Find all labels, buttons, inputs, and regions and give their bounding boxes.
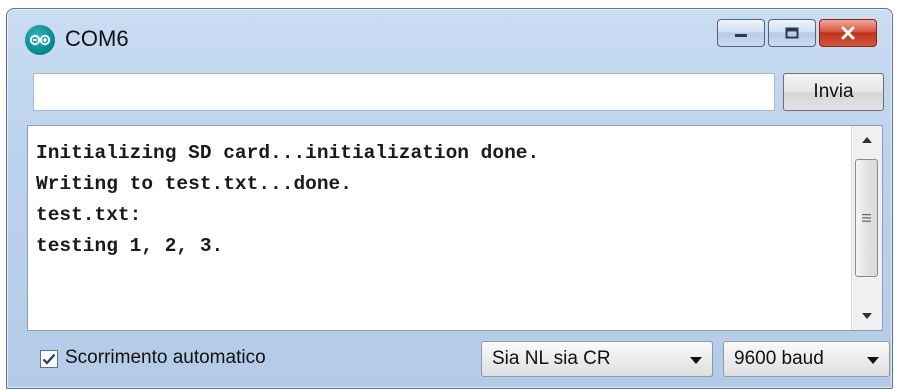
send-button[interactable]: Invia — [783, 73, 884, 111]
window-title: COM6 — [65, 26, 129, 51]
send-input[interactable] — [33, 73, 775, 111]
serial-monitor-window: COM6 Invia Initializing SD card...initia… — [6, 8, 893, 389]
arduino-infinity-icon — [25, 25, 55, 55]
baud-rate-value: 9600 baud — [734, 348, 824, 369]
scroll-thumb[interactable] — [855, 159, 878, 277]
output-line: Writing to test.txt...done. — [36, 173, 352, 195]
title-bar[interactable]: COM6 — [7, 9, 892, 61]
chevron-down-icon — [867, 357, 879, 364]
output-line: test.txt: — [36, 204, 142, 226]
scroll-up-button[interactable] — [852, 126, 882, 154]
minimize-button[interactable] — [717, 19, 765, 47]
checkmark-icon — [42, 353, 56, 365]
serial-output[interactable]: Initializing SD card...initialization do… — [27, 125, 883, 331]
baud-rate-select[interactable]: 9600 baud — [723, 341, 890, 377]
output-line: Initializing SD card...initialization do… — [36, 142, 540, 164]
close-icon — [841, 26, 855, 40]
arrow-down-icon — [862, 313, 872, 319]
output-text: Initializing SD card...initialization do… — [36, 138, 842, 262]
close-button[interactable] — [819, 19, 877, 47]
grip-icon — [862, 214, 871, 222]
vertical-scrollbar[interactable] — [851, 126, 882, 330]
line-ending-select[interactable]: Sia NL sia CR — [481, 341, 713, 377]
scroll-down-button[interactable] — [852, 302, 882, 330]
maximize-icon — [785, 27, 799, 39]
autoscroll-checkbox[interactable] — [40, 350, 58, 368]
minimize-icon — [735, 34, 747, 37]
line-ending-value: Sia NL sia CR — [492, 348, 611, 369]
output-line: testing 1, 2, 3. — [36, 235, 224, 257]
autoscroll-label: Scorrimento automatico — [65, 347, 266, 368]
chevron-down-icon — [690, 357, 702, 364]
maximize-button[interactable] — [768, 19, 816, 47]
arrow-up-icon — [862, 137, 872, 143]
